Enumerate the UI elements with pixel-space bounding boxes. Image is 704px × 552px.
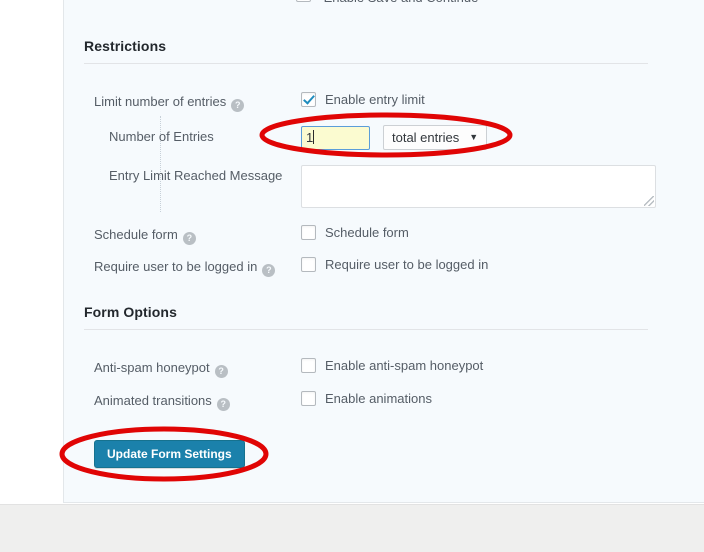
animated-transitions-checkbox-label: Enable animations — [325, 391, 432, 406]
enable-save-and-continue-label: Enable Save and Continue — [324, 0, 479, 5]
label-schedule-form: Schedule form? — [94, 225, 196, 245]
control-require-login[interactable]: Require user to be logged in — [301, 257, 488, 272]
enable-entry-limit-label: Enable entry limit — [325, 92, 425, 107]
label-animated-transitions: Animated transitions? — [94, 391, 230, 411]
label-require-login: Require user to be logged in? — [94, 257, 276, 277]
anti-spam-honeypot-checkbox-label: Enable anti-spam honeypot — [325, 358, 484, 373]
require-login-checkbox[interactable] — [301, 257, 316, 272]
help-icon[interactable]: ? — [262, 264, 276, 277]
row-entry-limit-reached-message: Entry Limit Reached Message — [109, 165, 704, 212]
text-caret — [313, 129, 315, 144]
help-icon[interactable]: ? — [214, 365, 228, 378]
row-schedule-form: Schedule form? Schedule form — [94, 225, 654, 247]
control-animated-transitions[interactable]: Enable animations — [301, 391, 432, 406]
entry-limit-reached-message-textarea[interactable] — [301, 165, 656, 208]
entry-limit-type-select[interactable]: total entries ▼ — [383, 125, 488, 150]
label-limit-number-of-entries-text: Limit number of entries — [94, 94, 227, 109]
control-enable-entry-limit[interactable]: Enable entry limit — [301, 92, 425, 107]
section-restrictions-divider — [84, 63, 648, 64]
require-login-checkbox-label: Require user to be logged in — [325, 257, 489, 272]
number-of-entries-value: 1 — [306, 129, 314, 145]
page-footer-area — [0, 504, 704, 552]
label-schedule-form-text: Schedule form — [94, 227, 178, 242]
number-of-entries-input[interactable]: 1 — [301, 125, 370, 150]
label-animated-transitions-text: Animated transitions — [94, 393, 212, 408]
entry-limit-type-value: total entries — [392, 130, 460, 145]
label-limit-number-of-entries: Limit number of entries? — [94, 92, 245, 112]
label-require-login-text: Require user to be logged in — [94, 259, 258, 274]
row-limit-number-of-entries: Limit number of entries? Enable entry li… — [94, 92, 654, 114]
help-icon[interactable]: ? — [231, 99, 245, 112]
label-entry-limit-reached-message: Entry Limit Reached Message — [109, 168, 283, 183]
save-and-continue-row: Save and Continue Enable Save and Contin… — [84, 0, 684, 13]
resize-handle-icon[interactable] — [644, 196, 654, 206]
row-number-of-entries: Number of Entries 1 total entries ▼ — [109, 125, 669, 150]
screen: Save and Continue Enable Save and Contin… — [0, 0, 704, 552]
animated-transitions-checkbox[interactable] — [301, 391, 316, 406]
help-icon[interactable]: ? — [216, 398, 230, 411]
save-and-continue-label: Save and Continue — [84, 0, 195, 2]
enable-save-and-continue-checkbox[interactable] — [296, 0, 311, 2]
form-settings-panel: Save and Continue Enable Save and Contin… — [63, 0, 704, 503]
control-entry-limit-reached-message — [301, 165, 656, 208]
section-form-options-divider — [84, 329, 648, 330]
control-anti-spam-honeypot[interactable]: Enable anti-spam honeypot — [301, 358, 483, 373]
admin-left-gutter — [0, 0, 63, 503]
label-anti-spam-honeypot-text: Anti-spam honeypot — [94, 360, 210, 375]
update-form-settings-button[interactable]: Update Form Settings — [94, 440, 245, 468]
help-icon[interactable]: ? — [182, 232, 196, 245]
anti-spam-honeypot-checkbox[interactable] — [301, 358, 316, 373]
row-require-login: Require user to be logged in? Require us… — [94, 257, 654, 279]
row-anti-spam-honeypot: Anti-spam honeypot? Enable anti-spam hon… — [94, 358, 654, 380]
save-and-continue-control[interactable]: Enable Save and Continue — [296, 0, 478, 5]
schedule-form-checkbox[interactable] — [301, 225, 316, 240]
section-restrictions-title: Restrictions — [84, 38, 167, 54]
section-form-options-title: Form Options — [84, 304, 177, 320]
control-number-of-entries: 1 total entries ▼ — [301, 125, 488, 150]
section-form-options: Form Options — [84, 304, 668, 330]
schedule-form-checkbox-label: Schedule form — [325, 225, 409, 240]
row-animated-transitions: Animated transitions? Enable animations — [94, 391, 654, 413]
label-anti-spam-honeypot: Anti-spam honeypot? — [94, 358, 228, 378]
section-restrictions: Restrictions — [84, 38, 668, 64]
control-schedule-form[interactable]: Schedule form — [301, 225, 409, 240]
label-number-of-entries: Number of Entries — [109, 129, 214, 144]
enable-entry-limit-checkbox[interactable] — [301, 92, 316, 107]
chevron-down-icon: ▼ — [469, 132, 479, 142]
